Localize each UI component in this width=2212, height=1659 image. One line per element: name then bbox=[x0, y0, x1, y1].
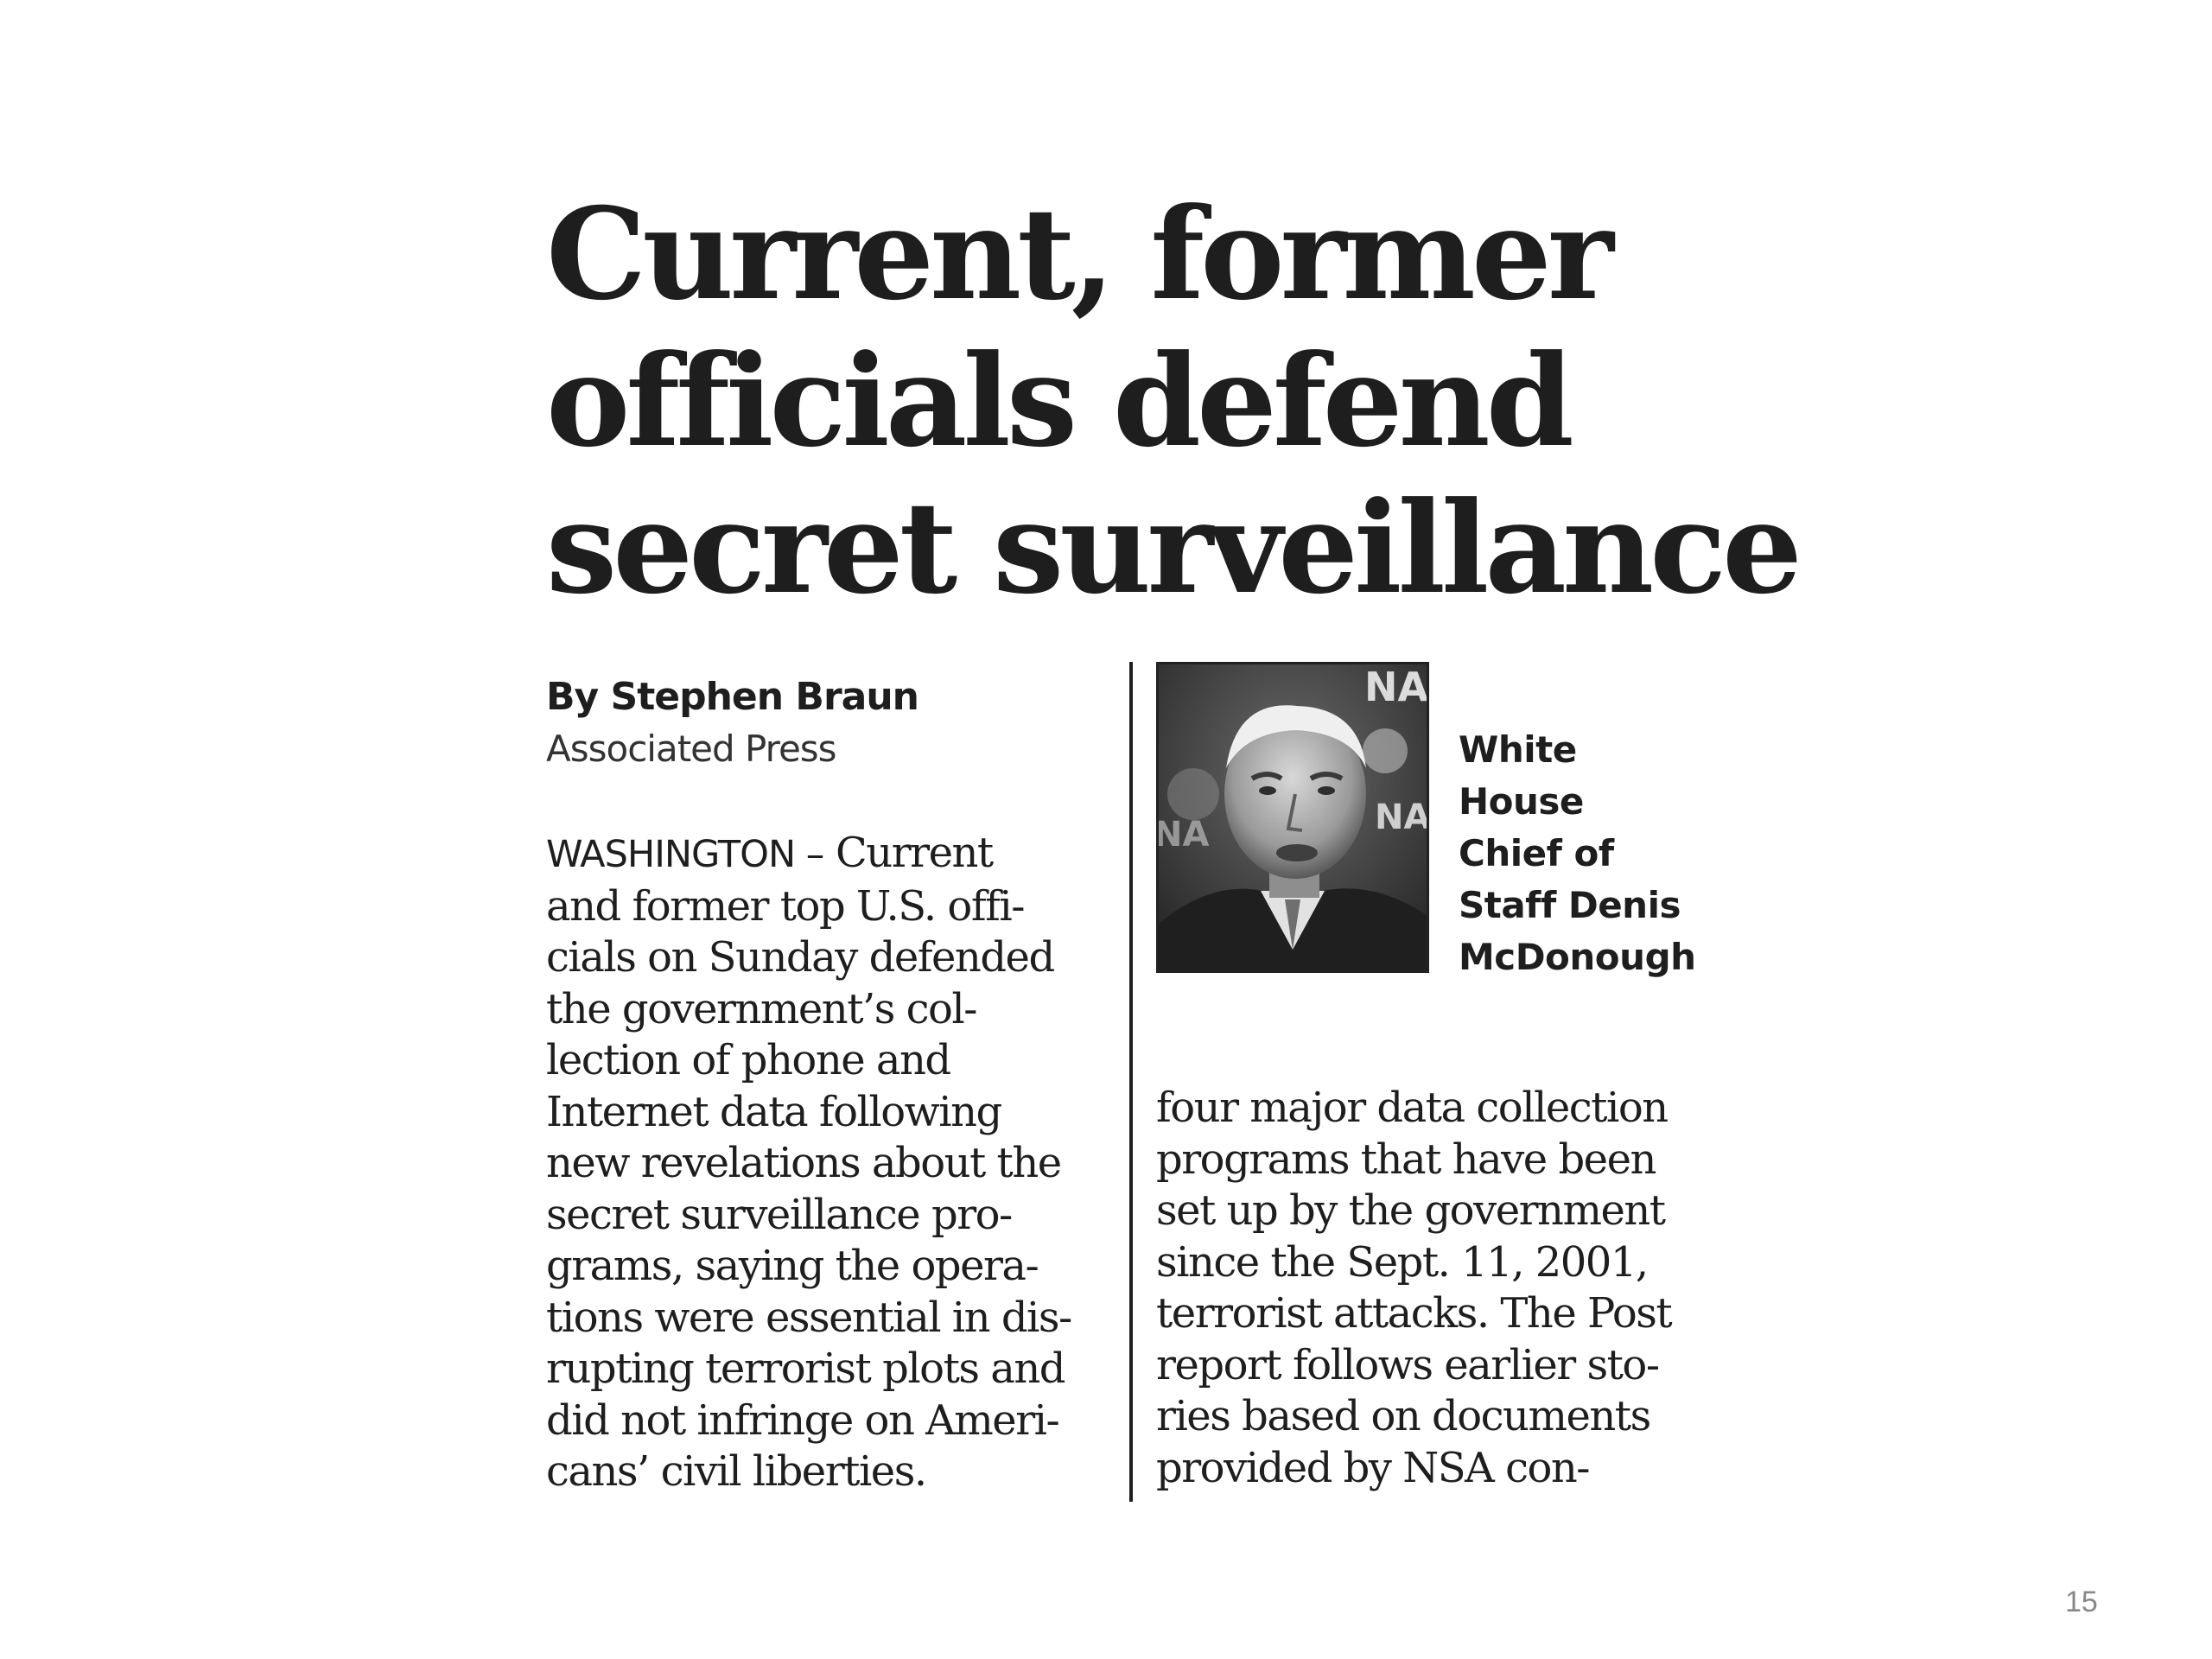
caption-line: Staff Denis bbox=[1459, 884, 1681, 926]
caption-line: White bbox=[1459, 728, 1577, 771]
headline: Current, former officials defend secret … bbox=[546, 181, 1802, 622]
article-line: terrorist attacks. The Post bbox=[1156, 1289, 1673, 1338]
headline-line: officials defend bbox=[546, 327, 1574, 475]
article-line: new revelations about the bbox=[546, 1139, 1062, 1187]
article-line: programs that have been bbox=[1156, 1135, 1656, 1184]
slide: Current, former officials defend secret … bbox=[0, 0, 2212, 1659]
headline-line: Current, former bbox=[546, 181, 1614, 328]
article-line: set up by the government bbox=[1156, 1186, 1666, 1235]
page-number: 15 bbox=[2065, 1586, 2098, 1618]
article-line: Internet data following bbox=[546, 1087, 1002, 1136]
article-column-left: WASHINGTON – Current and former top U.S.… bbox=[546, 828, 1072, 1498]
article-line: grams, saying the opera- bbox=[546, 1242, 1039, 1290]
article-line: rupting terrorist plots and bbox=[546, 1344, 1065, 1393]
article-line: and former top U.S. offi- bbox=[546, 881, 1025, 931]
article-line: four major data collection bbox=[1156, 1084, 1669, 1132]
article-line: report follows earlier sto- bbox=[1156, 1340, 1660, 1389]
article-line: did not infringe on Ameri- bbox=[546, 1395, 1060, 1445]
svg-text:NA: NA bbox=[1364, 664, 1427, 710]
article-text: Current bbox=[823, 829, 994, 877]
svg-text:NA: NA bbox=[1159, 815, 1209, 855]
portrait-photo: NA NA NA bbox=[1156, 662, 1429, 973]
svg-text:NA: NA bbox=[1375, 798, 1427, 837]
article-line: WASHINGTON – Current bbox=[546, 828, 1071, 881]
headline-line: secret surveillance bbox=[546, 474, 1802, 622]
article-line: lection of phone and bbox=[546, 1036, 951, 1084]
article-line: the government’s col- bbox=[546, 984, 977, 1033]
caption-line: McDonough bbox=[1459, 936, 1696, 978]
caption-line: Chief of bbox=[1459, 832, 1614, 874]
column-divider bbox=[1129, 662, 1133, 1502]
article-line: ries based on documents bbox=[1156, 1392, 1651, 1440]
agency-credit: Associated Press bbox=[546, 728, 837, 770]
byline: By Stephen Braun bbox=[546, 675, 919, 719]
photo-caption: White House Chief of Staff Denis McDonou… bbox=[1459, 724, 1696, 983]
article-line: provided by NSA con- bbox=[1156, 1443, 1590, 1492]
portrait-photo-graphic: NA NA NA bbox=[1159, 664, 1427, 970]
article-line: since the Sept. 11, 2001, bbox=[1156, 1237, 1649, 1287]
article-line: secret surveillance pro- bbox=[546, 1190, 1013, 1239]
caption-line: House bbox=[1459, 780, 1584, 823]
article-line: cans’ civil liberties. bbox=[546, 1447, 927, 1496]
article-line: cials on Sunday defended bbox=[546, 933, 1055, 982]
dateline: WASHINGTON – bbox=[546, 833, 824, 876]
article-line: tions were essential in dis- bbox=[546, 1293, 1072, 1342]
article-column-right: four major data collection programs that… bbox=[1156, 1083, 1673, 1494]
